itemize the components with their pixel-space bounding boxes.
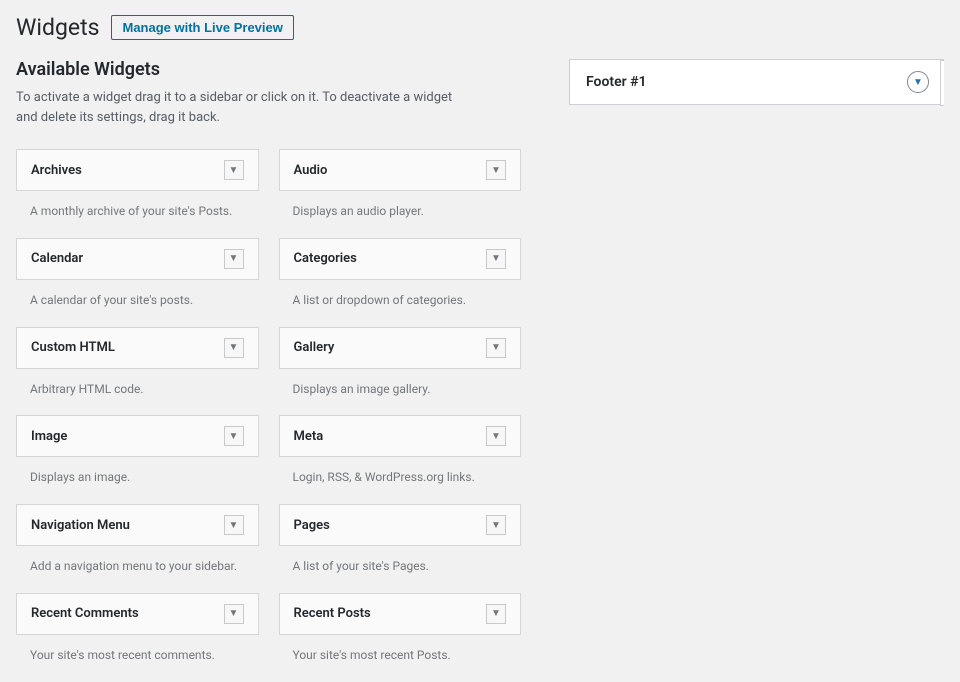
- widget-desc: Displays an image.: [16, 457, 259, 504]
- widget-name: Archives: [31, 163, 82, 178]
- widget-navigation-menu: Navigation Menu ▼ Add a navigation menu …: [16, 504, 259, 593]
- page-title: Widgets: [16, 14, 99, 41]
- widget-audio: Audio ▼ Displays an audio player.: [279, 149, 522, 238]
- widget-archives: Archives ▼ A monthly archive of your sit…: [16, 149, 259, 238]
- widget-name: Categories: [294, 251, 357, 266]
- sidebar-zone-footer-1[interactable]: Footer #1 ▼: [569, 59, 944, 105]
- widget-tile-recent-posts[interactable]: Recent Posts ▼: [279, 593, 522, 635]
- widget-tile-gallery[interactable]: Gallery ▼: [279, 327, 522, 369]
- widget-desc: Displays an image gallery.: [279, 369, 522, 416]
- widget-name: Gallery: [294, 340, 335, 355]
- widget-tile-image[interactable]: Image ▼: [16, 415, 259, 457]
- widget-name: Navigation Menu: [31, 518, 130, 533]
- chevron-down-icon[interactable]: ▼: [486, 426, 506, 446]
- chevron-down-icon[interactable]: ▼: [486, 338, 506, 358]
- widget-tile-pages[interactable]: Pages ▼: [279, 504, 522, 546]
- widget-desc: Add a navigation menu to your sidebar.: [16, 546, 259, 593]
- chevron-down-icon[interactable]: ▼: [224, 515, 244, 535]
- widget-tile-audio[interactable]: Audio ▼: [279, 149, 522, 191]
- widget-gallery: Gallery ▼ Displays an image gallery.: [279, 327, 522, 416]
- chevron-down-icon[interactable]: ▼: [224, 160, 244, 180]
- widget-desc: Your site's most recent Posts.: [279, 635, 522, 682]
- available-widgets-title: Available Widgets: [16, 59, 521, 80]
- widget-tile-recent-comments[interactable]: Recent Comments ▼: [16, 593, 259, 635]
- widget-pages: Pages ▼ A list of your site's Pages.: [279, 504, 522, 593]
- chevron-down-icon[interactable]: ▼: [224, 338, 244, 358]
- widget-desc: Login, RSS, & WordPress.org links.: [279, 457, 522, 504]
- widget-recent-posts: Recent Posts ▼ Your site's most recent P…: [279, 593, 522, 682]
- chevron-down-icon[interactable]: ▼: [907, 71, 929, 93]
- widget-tile-meta[interactable]: Meta ▼: [279, 415, 522, 457]
- chevron-down-icon[interactable]: ▼: [224, 249, 244, 269]
- widget-grid: Archives ▼ A monthly archive of your sit…: [16, 149, 521, 682]
- widget-desc: Your site's most recent comments.: [16, 635, 259, 682]
- widget-name: Custom HTML: [31, 340, 115, 355]
- page-header: Widgets Manage with Live Preview: [16, 0, 944, 59]
- widget-tile-calendar[interactable]: Calendar ▼: [16, 238, 259, 280]
- widget-image: Image ▼ Displays an image.: [16, 415, 259, 504]
- chevron-down-icon[interactable]: ▼: [224, 604, 244, 624]
- widget-name: Recent Posts: [294, 606, 371, 621]
- chevron-down-icon[interactable]: ▼: [486, 160, 506, 180]
- widget-name: Audio: [294, 163, 328, 178]
- widget-desc: A list of your site's Pages.: [279, 546, 522, 593]
- available-widgets-desc: To activate a widget drag it to a sideba…: [16, 88, 476, 127]
- widget-name: Pages: [294, 518, 330, 533]
- widget-desc: Arbitrary HTML code.: [16, 369, 259, 416]
- chevron-down-icon[interactable]: ▼: [486, 249, 506, 269]
- widget-desc: Displays an audio player.: [279, 191, 522, 238]
- widget-name: Image: [31, 429, 67, 444]
- sidebar-zone-partial[interactable]: [940, 60, 944, 106]
- widget-name: Meta: [294, 429, 324, 444]
- widget-categories: Categories ▼ A list or dropdown of categ…: [279, 238, 522, 327]
- chevron-down-icon[interactable]: ▼: [486, 604, 506, 624]
- widget-tile-categories[interactable]: Categories ▼: [279, 238, 522, 280]
- widget-desc: A list or dropdown of categories.: [279, 280, 522, 327]
- manage-live-preview-button[interactable]: Manage with Live Preview: [111, 15, 293, 40]
- widget-desc: A calendar of your site's posts.: [16, 280, 259, 327]
- widget-recent-comments: Recent Comments ▼ Your site's most recen…: [16, 593, 259, 682]
- widget-tile-custom-html[interactable]: Custom HTML ▼: [16, 327, 259, 369]
- chevron-down-icon[interactable]: ▼: [486, 515, 506, 535]
- chevron-down-icon[interactable]: ▼: [224, 426, 244, 446]
- widget-custom-html: Custom HTML ▼ Arbitrary HTML code.: [16, 327, 259, 416]
- widget-desc: A monthly archive of your site's Posts.: [16, 191, 259, 238]
- widget-name: Recent Comments: [31, 606, 139, 621]
- widget-calendar: Calendar ▼ A calendar of your site's pos…: [16, 238, 259, 327]
- zone-name: Footer #1: [586, 74, 647, 90]
- widget-tile-navigation-menu[interactable]: Navigation Menu ▼: [16, 504, 259, 546]
- widget-meta: Meta ▼ Login, RSS, & WordPress.org links…: [279, 415, 522, 504]
- widget-tile-archives[interactable]: Archives ▼: [16, 149, 259, 191]
- widget-name: Calendar: [31, 251, 83, 266]
